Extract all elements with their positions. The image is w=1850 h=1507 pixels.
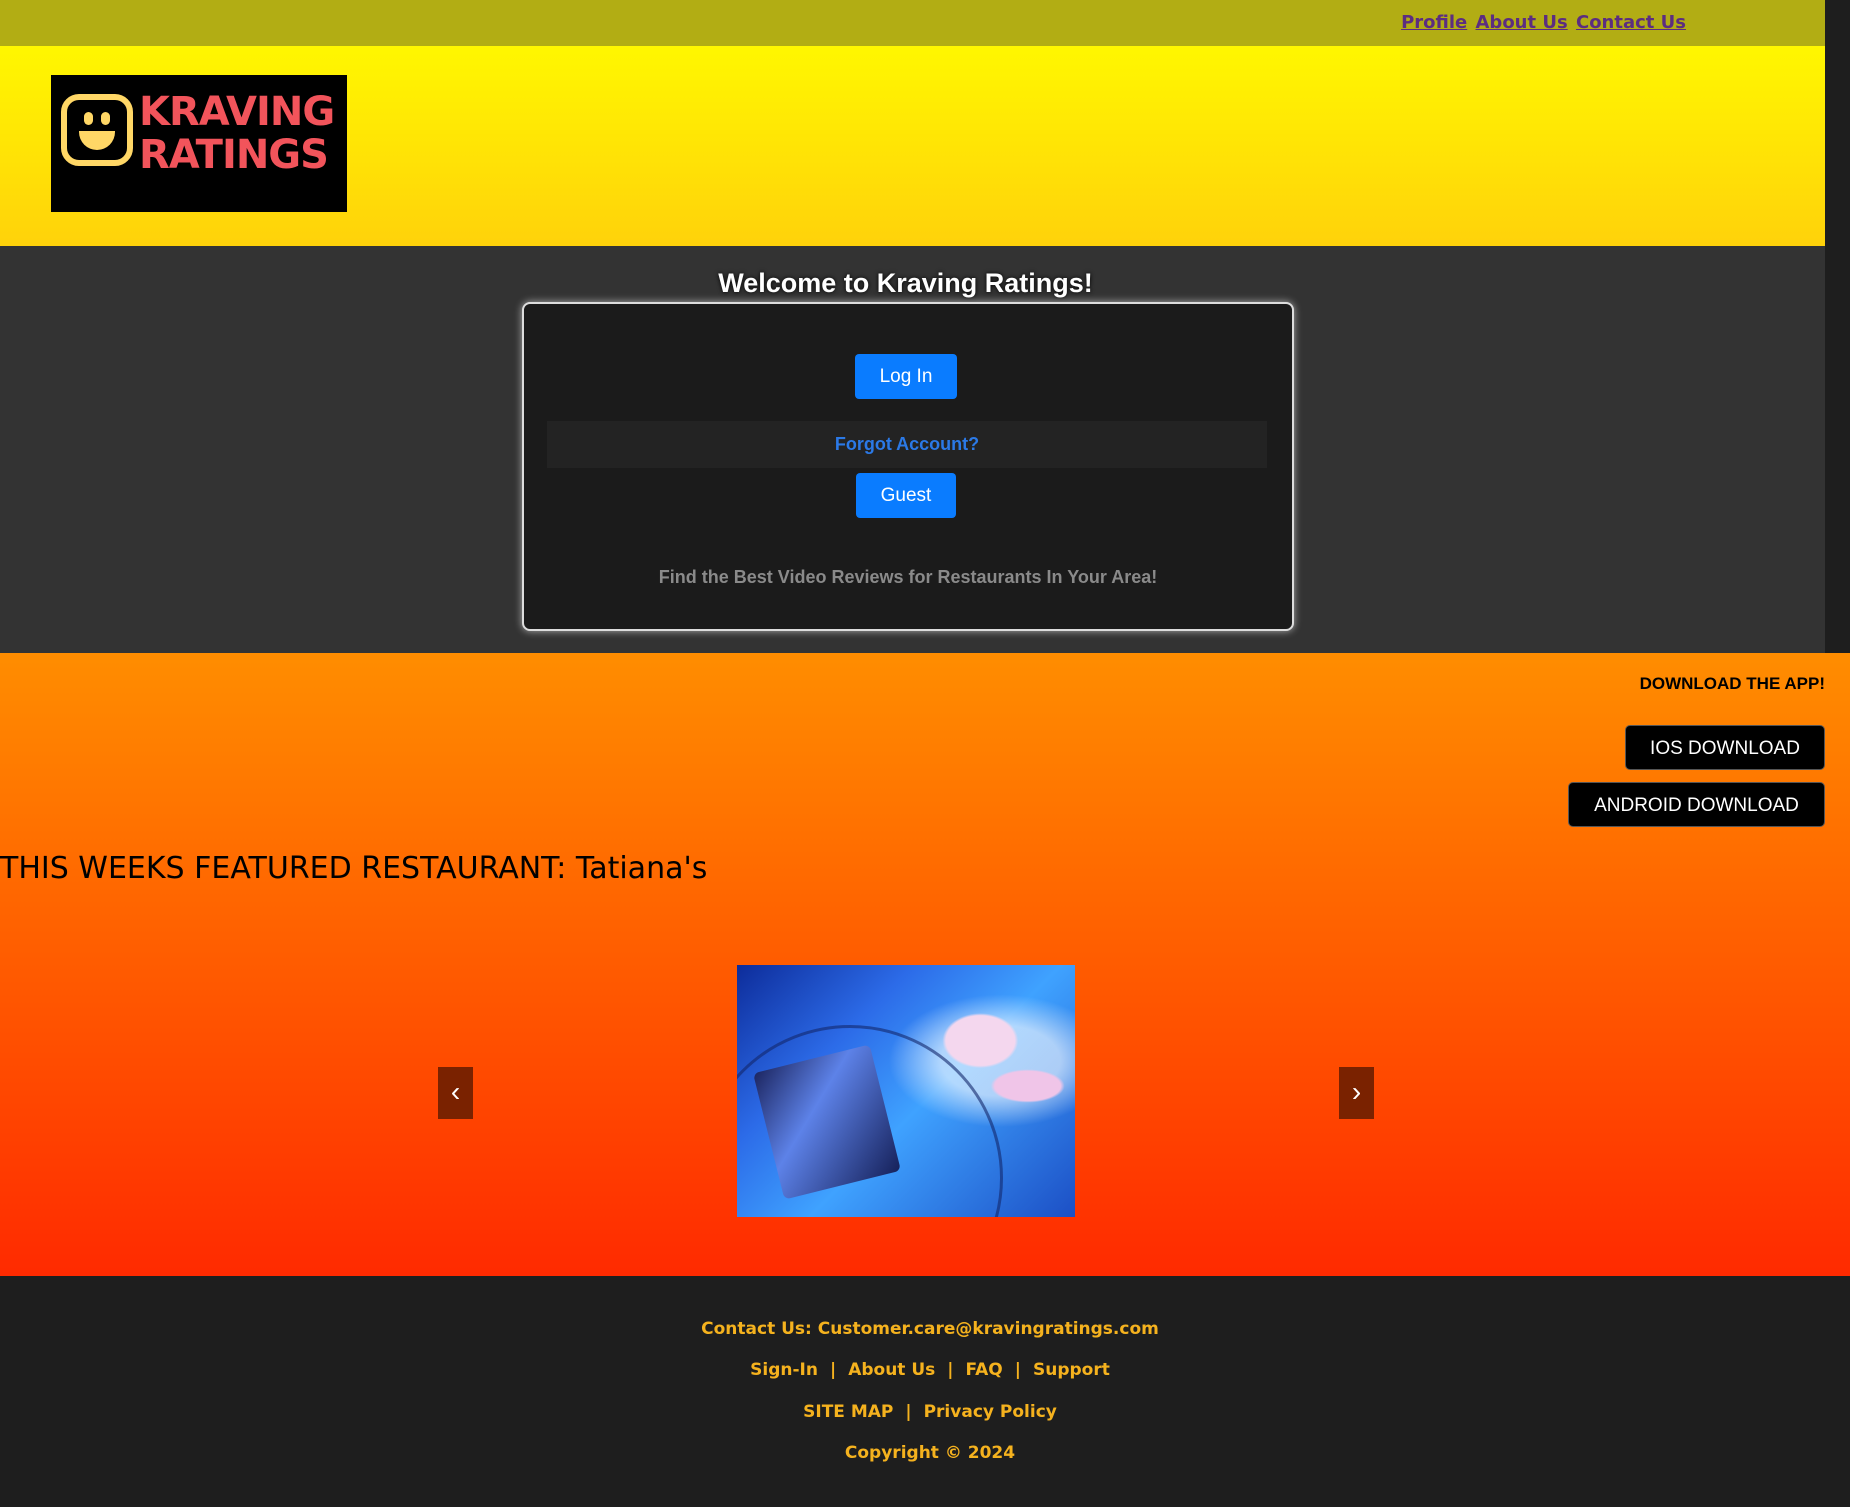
logo-line-2: RATINGS [139, 132, 329, 178]
logo[interactable]: KRAVING RATINGS [51, 75, 347, 212]
footer-sitemap-link[interactable]: SITE MAP [803, 1402, 893, 1422]
featured-restaurant-heading: THIS WEEKS FEATURED RESTAURANT: Tatiana'… [0, 851, 708, 886]
hero-section: Welcome to Kraving Ratings! Log In Forgo… [0, 246, 1825, 653]
footer-support-link[interactable]: Support [1033, 1360, 1110, 1380]
separator: | [829, 1360, 837, 1380]
separator: | [1014, 1360, 1021, 1380]
ios-download-button[interactable]: IOS DOWNLOAD [1625, 725, 1825, 770]
login-panel: Log In Forgot Account? Guest Find the Be… [522, 302, 1294, 631]
footer-signin-link[interactable]: Sign-In [750, 1360, 818, 1380]
separator: | [905, 1402, 912, 1422]
carousel-next-button[interactable]: › [1339, 1067, 1374, 1119]
top-nav-links: Profile About Us Contact Us [1399, 12, 1686, 33]
logo-text: KRAVING RATINGS [139, 89, 335, 178]
footer: Contact Us: Customer.care@kravingratings… [0, 1276, 1850, 1507]
download-app-heading: DOWNLOAD THE APP! [1639, 674, 1825, 693]
footer-about-link[interactable]: About Us [848, 1360, 935, 1380]
footer-privacy-link[interactable]: Privacy Policy [924, 1402, 1057, 1422]
footer-nav-primary: Sign-In | About Us | FAQ | Support [0, 1360, 1850, 1380]
footer-contact: Contact Us: Customer.care@kravingratings… [701, 1319, 1159, 1339]
header: KRAVING RATINGS [0, 46, 1825, 246]
featured-dish-image [737, 965, 1075, 1217]
contact-us-link[interactable]: Contact Us [1576, 12, 1686, 33]
logo-line-1: KRAVING [139, 89, 335, 135]
footer-faq-link[interactable]: FAQ [965, 1360, 1002, 1380]
tagline: Find the Best Video Reviews for Restaura… [658, 567, 1158, 587]
android-download-button[interactable]: ANDROID DOWNLOAD [1568, 782, 1825, 827]
smiley-face-icon [61, 94, 133, 166]
promo-section: DOWNLOAD THE APP! IOS DOWNLOAD ANDROID D… [0, 653, 1850, 1276]
welcome-title: Welcome to Kraving Ratings! [718, 268, 1093, 298]
carousel-prev-button[interactable]: ‹ [438, 1067, 473, 1119]
forgot-account-link[interactable]: Forgot Account? [547, 421, 1267, 468]
separator: | [947, 1360, 954, 1380]
footer-nav-secondary: SITE MAP | Privacy Policy [0, 1402, 1850, 1422]
profile-link[interactable]: Profile [1401, 12, 1467, 33]
about-us-link[interactable]: About Us [1476, 12, 1568, 33]
guest-button[interactable]: Guest [856, 473, 956, 518]
footer-copyright: Copyright © 2024 [844, 1443, 1016, 1463]
login-button[interactable]: Log In [855, 354, 957, 399]
top-nav-bar: Profile About Us Contact Us [0, 0, 1825, 46]
